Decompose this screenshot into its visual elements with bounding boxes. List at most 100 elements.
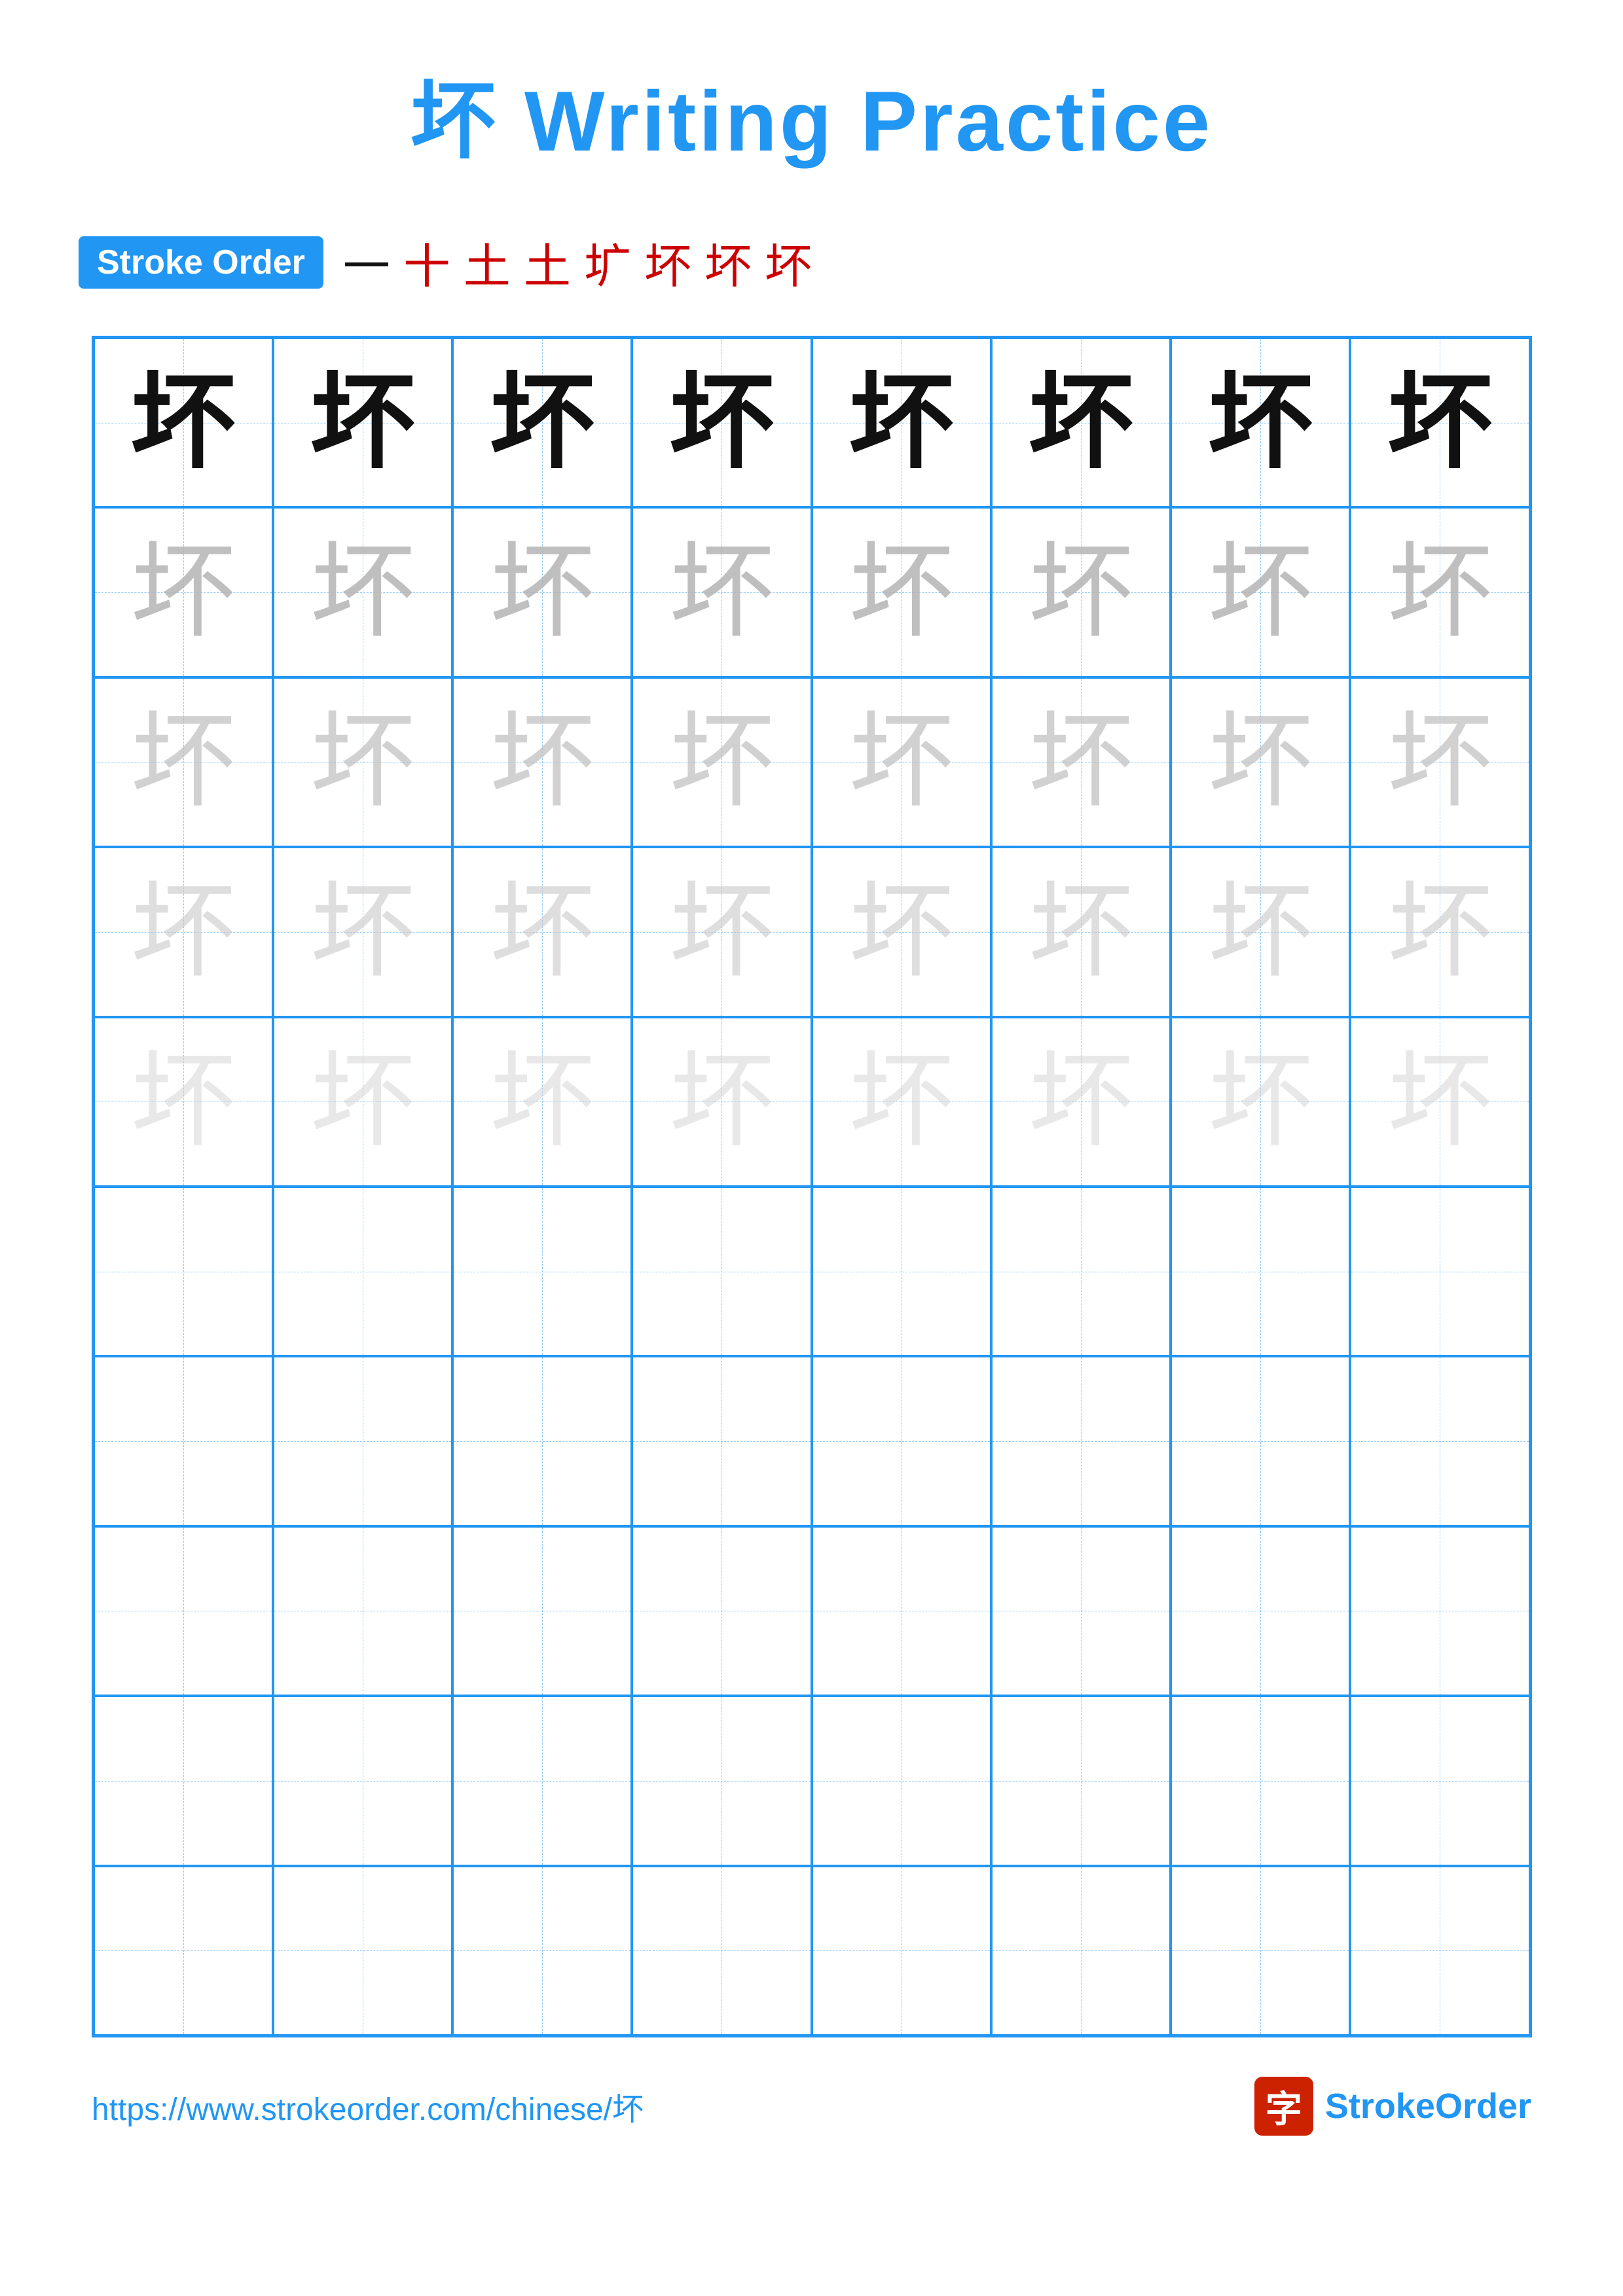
grid-cell[interactable]: 坏 [452, 677, 632, 847]
grid-cell[interactable]: 坏 [1350, 677, 1529, 847]
grid-cell[interactable] [991, 1187, 1171, 1356]
grid-cell[interactable]: 坏 [812, 1017, 991, 1187]
grid-char: 坏 [490, 370, 594, 475]
grid-cell[interactable]: 坏 [812, 677, 991, 847]
grid-cell[interactable]: 坏 [1171, 1017, 1350, 1187]
grid-cell[interactable]: 坏 [1171, 338, 1350, 507]
grid-cell[interactable] [452, 1866, 632, 2036]
grid-cell[interactable]: 坏 [94, 1017, 273, 1187]
grid-cell[interactable] [94, 1526, 273, 1696]
footer-url[interactable]: https://www.strokeorder.com/chinese/坏 [92, 2083, 644, 2129]
grid-char: 坏 [310, 709, 415, 814]
grid-char: 坏 [131, 709, 236, 814]
grid-cell[interactable] [1171, 1866, 1350, 2036]
grid-cell[interactable] [812, 1526, 991, 1696]
grid-cell[interactable] [1171, 1187, 1350, 1356]
grid-cell[interactable] [273, 1356, 452, 1526]
grid-cell[interactable] [1171, 1696, 1350, 1865]
grid-char: 坏 [669, 370, 774, 475]
grid-cell[interactable] [1350, 1356, 1529, 1526]
grid-cell[interactable]: 坏 [1350, 507, 1529, 677]
grid-char: 坏 [1029, 709, 1133, 814]
grid-cell[interactable] [991, 1356, 1171, 1526]
grid-cell[interactable] [273, 1187, 452, 1356]
grid-cell[interactable] [632, 1526, 811, 1696]
grid-cell[interactable]: 坏 [1171, 507, 1350, 677]
grid-char: 坏 [1387, 880, 1492, 984]
grid-cell[interactable]: 坏 [94, 507, 273, 677]
grid-cell[interactable] [1171, 1356, 1350, 1526]
grid-cell[interactable] [1171, 1526, 1350, 1696]
grid-cell[interactable]: 坏 [94, 677, 273, 847]
grid-cell[interactable] [632, 1187, 811, 1356]
grid-cell[interactable]: 坏 [94, 338, 273, 507]
grid-char: 坏 [1208, 540, 1313, 645]
grid-cell[interactable]: 坏 [991, 677, 1171, 847]
grid-cell[interactable]: 坏 [1350, 338, 1529, 507]
grid-cell[interactable]: 坏 [273, 1017, 452, 1187]
grid-cell[interactable]: 坏 [812, 507, 991, 677]
grid-cell[interactable] [991, 1696, 1171, 1865]
page: 坏 Writing Practice Stroke Order 一十土土圹坏坏坏… [0, 0, 1623, 2296]
grid-cell[interactable]: 坏 [273, 847, 452, 1016]
grid-cell[interactable]: 坏 [273, 507, 452, 677]
grid-cell[interactable]: 坏 [632, 677, 811, 847]
grid-cell[interactable] [94, 1187, 273, 1356]
grid-cell[interactable]: 坏 [812, 338, 991, 507]
grid-cell[interactable] [1350, 1696, 1529, 1865]
grid-cell[interactable]: 坏 [273, 677, 452, 847]
grid-cell[interactable] [94, 1696, 273, 1865]
grid-cell[interactable] [94, 1356, 273, 1526]
grid-char: 坏 [490, 1049, 594, 1154]
grid-cell[interactable]: 坏 [812, 847, 991, 1016]
grid-cell[interactable] [1350, 1187, 1529, 1356]
stroke-char-2: 土 [464, 228, 511, 296]
grid-cell[interactable] [273, 1866, 452, 2036]
grid-cell[interactable]: 坏 [991, 1017, 1171, 1187]
grid-cell[interactable] [452, 1526, 632, 1696]
grid-cell[interactable] [1350, 1526, 1529, 1696]
grid-cell[interactable] [452, 1187, 632, 1356]
grid-cell[interactable] [812, 1187, 991, 1356]
grid-cell[interactable] [1350, 1866, 1529, 2036]
brand-name-text: StrokeOrder [1325, 2087, 1531, 2126]
grid-cell[interactable] [812, 1356, 991, 1526]
grid-cell[interactable] [991, 1526, 1171, 1696]
grid-cell[interactable]: 坏 [991, 847, 1171, 1016]
grid-cell[interactable]: 坏 [991, 507, 1171, 677]
grid-cell[interactable] [632, 1866, 811, 2036]
grid-cell[interactable] [632, 1696, 811, 1865]
grid-cell[interactable]: 坏 [452, 338, 632, 507]
grid-cell[interactable]: 坏 [94, 847, 273, 1016]
grid-cell[interactable]: 坏 [632, 847, 811, 1016]
grid-cell[interactable]: 坏 [1171, 677, 1350, 847]
grid-cell[interactable]: 坏 [1350, 1017, 1529, 1187]
grid-cell[interactable] [632, 1356, 811, 1526]
grid-cell[interactable]: 坏 [1350, 847, 1529, 1016]
grid-cell[interactable] [991, 1866, 1171, 2036]
grid-cell[interactable] [94, 1866, 273, 2036]
grid-cell[interactable]: 坏 [632, 338, 811, 507]
grid-cell[interactable] [452, 1356, 632, 1526]
grid-char: 坏 [310, 1049, 415, 1154]
grid-cell[interactable]: 坏 [632, 1017, 811, 1187]
stroke-order-badge: Stroke Order [79, 236, 323, 289]
grid-cell[interactable]: 坏 [273, 338, 452, 507]
grid-cell[interactable] [273, 1526, 452, 1696]
grid-cell[interactable]: 坏 [991, 338, 1171, 507]
grid-cell[interactable]: 坏 [1171, 847, 1350, 1016]
grid-char: 坏 [131, 540, 236, 645]
grid-char: 坏 [1387, 370, 1492, 475]
grid-cell[interactable]: 坏 [452, 847, 632, 1016]
stroke-char-5: 坏 [644, 228, 691, 296]
footer-brand: 字 StrokeOrder [1254, 2077, 1531, 2136]
grid-cell[interactable] [273, 1696, 452, 1865]
brand-name: StrokeOrder [1325, 2086, 1531, 2126]
grid-cell[interactable]: 坏 [632, 507, 811, 677]
grid-cell[interactable] [452, 1696, 632, 1865]
grid-cell[interactable]: 坏 [452, 507, 632, 677]
grid-cell[interactable]: 坏 [452, 1017, 632, 1187]
grid-cell[interactable] [812, 1866, 991, 2036]
grid-char: 坏 [1387, 540, 1492, 645]
grid-cell[interactable] [812, 1696, 991, 1865]
